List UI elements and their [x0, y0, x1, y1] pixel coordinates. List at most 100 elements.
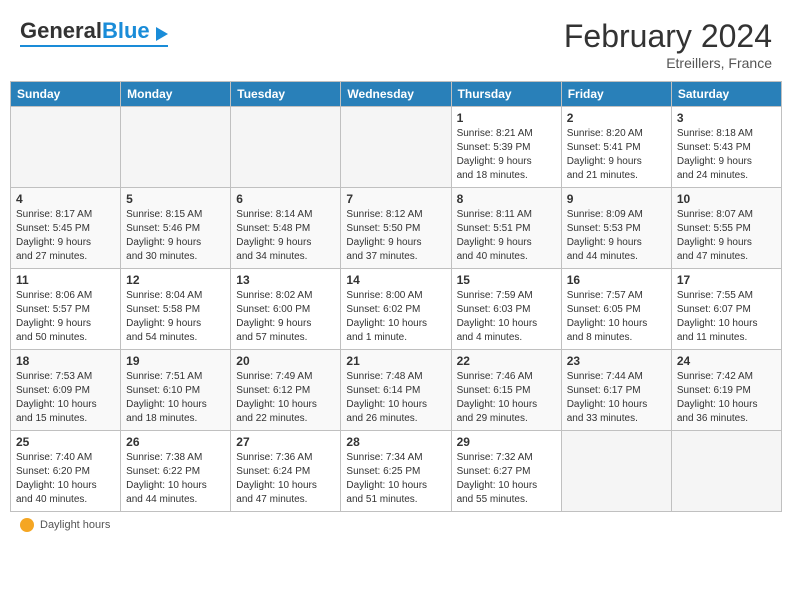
calendar-week-1: 4 Sunrise: 8:17 AM Sunset: 5:45 PM Daylig…	[11, 188, 782, 269]
day-info: Sunrise: 8:17 AM Sunset: 5:45 PM Dayligh…	[16, 208, 115, 264]
day-info: Sunrise: 7:42 AM Sunset: 6:19 PM Dayligh…	[677, 370, 776, 426]
location-subtitle: Etreillers, France	[564, 55, 772, 71]
page-container: GeneralBlue February 2024 Etreillers, Fr…	[10, 10, 782, 532]
calendar-header-sunday: Sunday	[11, 82, 121, 107]
calendar-cell: 24 Sunrise: 7:42 AM Sunset: 6:19 PM Dayli…	[671, 350, 781, 431]
day-info: Sunrise: 7:51 AM Sunset: 6:10 PM Dayligh…	[126, 370, 225, 426]
logo-general: General	[20, 18, 102, 43]
day-info: Sunrise: 8:20 AM Sunset: 5:41 PM Dayligh…	[567, 127, 666, 183]
calendar-cell: 3Sunrise: 8:18 AM Sunset: 5:43 PM Daylig…	[671, 107, 781, 188]
day-info: Sunrise: 7:53 AM Sunset: 6:09 PM Dayligh…	[16, 370, 115, 426]
day-info: Sunrise: 7:32 AM Sunset: 6:27 PM Dayligh…	[457, 451, 556, 507]
day-number: 21	[346, 354, 445, 368]
day-info: Sunrise: 7:55 AM Sunset: 6:07 PM Dayligh…	[677, 289, 776, 345]
day-number: 1	[457, 111, 556, 125]
calendar-header-tuesday: Tuesday	[231, 82, 341, 107]
calendar-cell: 13 Sunrise: 8:02 AM Sunset: 6:00 PM Dayli…	[231, 269, 341, 350]
calendar-cell: 18 Sunrise: 7:53 AM Sunset: 6:09 PM Dayli…	[11, 350, 121, 431]
calendar-cell: 17Sunrise: 7:55 AM Sunset: 6:07 PM Dayli…	[671, 269, 781, 350]
day-number: 24	[677, 354, 776, 368]
calendar-cell: 12 Sunrise: 8:04 AM Sunset: 5:58 PM Dayli…	[121, 269, 231, 350]
day-number: 28	[346, 435, 445, 449]
day-number: 16	[567, 273, 666, 287]
day-number: 15	[457, 273, 556, 287]
calendar-header-friday: Friday	[561, 82, 671, 107]
calendar-header-thursday: Thursday	[451, 82, 561, 107]
calendar-cell: 27 Sunrise: 7:36 AM Sunset: 6:24 PM Dayli…	[231, 431, 341, 512]
day-number: 7	[346, 192, 445, 206]
calendar-footer: Daylight hours	[10, 518, 782, 532]
calendar-cell: 23 Sunrise: 7:44 AM Sunset: 6:17 PM Dayli…	[561, 350, 671, 431]
day-number: 8	[457, 192, 556, 206]
calendar-header-monday: Monday	[121, 82, 231, 107]
day-number: 11	[16, 273, 115, 287]
calendar-cell: 5 Sunrise: 8:15 AM Sunset: 5:46 PM Daylig…	[121, 188, 231, 269]
day-info: Sunrise: 8:15 AM Sunset: 5:46 PM Dayligh…	[126, 208, 225, 264]
calendar-cell: 14Sunrise: 8:00 AM Sunset: 6:02 PM Dayli…	[341, 269, 451, 350]
day-number: 20	[236, 354, 335, 368]
calendar-cell	[231, 107, 341, 188]
calendar-week-4: 25Sunrise: 7:40 AM Sunset: 6:20 PM Dayli…	[11, 431, 782, 512]
calendar-cell: 29Sunrise: 7:32 AM Sunset: 6:27 PM Dayli…	[451, 431, 561, 512]
day-info: Sunrise: 8:12 AM Sunset: 5:50 PM Dayligh…	[346, 208, 445, 264]
day-number: 6	[236, 192, 335, 206]
calendar-cell: 2 Sunrise: 8:20 AM Sunset: 5:41 PM Daylig…	[561, 107, 671, 188]
day-number: 13	[236, 273, 335, 287]
calendar-cell: 19 Sunrise: 7:51 AM Sunset: 6:10 PM Dayli…	[121, 350, 231, 431]
sun-icon	[20, 518, 34, 532]
calendar-cell: 25Sunrise: 7:40 AM Sunset: 6:20 PM Dayli…	[11, 431, 121, 512]
day-info: Sunrise: 7:34 AM Sunset: 6:25 PM Dayligh…	[346, 451, 445, 507]
calendar-week-0: 1 Sunrise: 8:21 AM Sunset: 5:39 PM Daylig…	[11, 107, 782, 188]
day-number: 23	[567, 354, 666, 368]
day-info: Sunrise: 8:07 AM Sunset: 5:55 PM Dayligh…	[677, 208, 776, 264]
calendar-cell: 10 Sunrise: 8:07 AM Sunset: 5:55 PM Dayli…	[671, 188, 781, 269]
calendar-cell	[561, 431, 671, 512]
day-number: 3	[677, 111, 776, 125]
day-info: Sunrise: 7:59 AM Sunset: 6:03 PM Dayligh…	[457, 289, 556, 345]
calendar-cell: 26 Sunrise: 7:38 AM Sunset: 6:22 PM Dayli…	[121, 431, 231, 512]
day-number: 4	[16, 192, 115, 206]
day-number: 2	[567, 111, 666, 125]
calendar-cell: 28 Sunrise: 7:34 AM Sunset: 6:25 PM Dayli…	[341, 431, 451, 512]
day-number: 19	[126, 354, 225, 368]
day-info: Sunrise: 8:11 AM Sunset: 5:51 PM Dayligh…	[457, 208, 556, 264]
month-year-title: February 2024	[564, 18, 772, 55]
calendar-cell: 8 Sunrise: 8:11 AM Sunset: 5:51 PM Daylig…	[451, 188, 561, 269]
calendar-cell: 20Sunrise: 7:49 AM Sunset: 6:12 PM Dayli…	[231, 350, 341, 431]
calendar-cell: 1 Sunrise: 8:21 AM Sunset: 5:39 PM Daylig…	[451, 107, 561, 188]
calendar-cell: 22Sunrise: 7:46 AM Sunset: 6:15 PM Dayli…	[451, 350, 561, 431]
day-number: 18	[16, 354, 115, 368]
day-info: Sunrise: 8:02 AM Sunset: 6:00 PM Dayligh…	[236, 289, 335, 345]
page-header: GeneralBlue February 2024 Etreillers, Fr…	[10, 10, 782, 77]
day-info: Sunrise: 8:04 AM Sunset: 5:58 PM Dayligh…	[126, 289, 225, 345]
day-info: Sunrise: 7:48 AM Sunset: 6:14 PM Dayligh…	[346, 370, 445, 426]
day-number: 22	[457, 354, 556, 368]
day-number: 26	[126, 435, 225, 449]
day-number: 5	[126, 192, 225, 206]
logo-underline	[20, 45, 168, 47]
calendar-cell	[11, 107, 121, 188]
day-info: Sunrise: 7:57 AM Sunset: 6:05 PM Dayligh…	[567, 289, 666, 345]
calendar-week-3: 18 Sunrise: 7:53 AM Sunset: 6:09 PM Dayli…	[11, 350, 782, 431]
day-info: Sunrise: 8:21 AM Sunset: 5:39 PM Dayligh…	[457, 127, 556, 183]
day-info: Sunrise: 7:38 AM Sunset: 6:22 PM Dayligh…	[126, 451, 225, 507]
calendar-cell: 7 Sunrise: 8:12 AM Sunset: 5:50 PM Daylig…	[341, 188, 451, 269]
day-number: 9	[567, 192, 666, 206]
logo-blue: Blue	[102, 18, 150, 43]
calendar-header-row: SundayMondayTuesdayWednesdayThursdayFrid…	[11, 82, 782, 107]
logo-arrow-icon	[156, 27, 168, 41]
day-number: 12	[126, 273, 225, 287]
day-info: Sunrise: 8:14 AM Sunset: 5:48 PM Dayligh…	[236, 208, 335, 264]
day-number: 10	[677, 192, 776, 206]
calendar-header-wednesday: Wednesday	[341, 82, 451, 107]
calendar-cell: 21 Sunrise: 7:48 AM Sunset: 6:14 PM Dayli…	[341, 350, 451, 431]
day-number: 27	[236, 435, 335, 449]
calendar-cell	[341, 107, 451, 188]
day-info: Sunrise: 7:40 AM Sunset: 6:20 PM Dayligh…	[16, 451, 115, 507]
title-block: February 2024 Etreillers, France	[564, 18, 772, 71]
logo: GeneralBlue	[20, 18, 168, 47]
day-info: Sunrise: 7:36 AM Sunset: 6:24 PM Dayligh…	[236, 451, 335, 507]
calendar-cell: 9Sunrise: 8:09 AM Sunset: 5:53 PM Daylig…	[561, 188, 671, 269]
calendar-cell: 4 Sunrise: 8:17 AM Sunset: 5:45 PM Daylig…	[11, 188, 121, 269]
day-info: Sunrise: 7:44 AM Sunset: 6:17 PM Dayligh…	[567, 370, 666, 426]
